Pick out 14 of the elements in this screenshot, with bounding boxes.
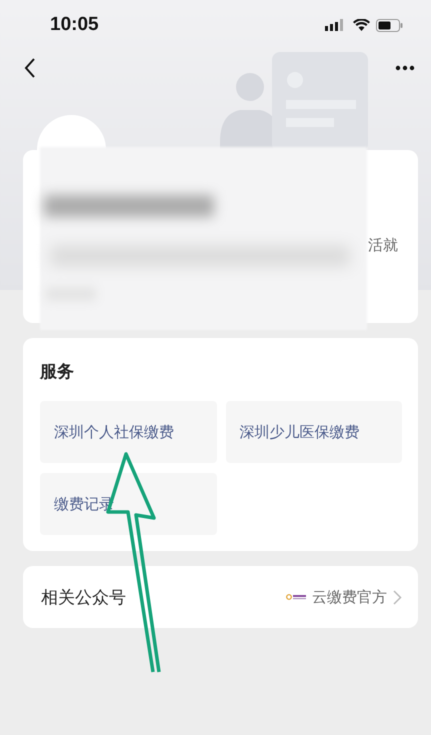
battery-icon — [376, 18, 403, 32]
logo-icon — [286, 594, 306, 600]
related-account-row[interactable]: 相关公众号 云缴费官方 — [23, 566, 418, 628]
service-tile[interactable]: 深圳少儿医保缴费 — [226, 401, 402, 463]
wifi-icon — [353, 19, 370, 31]
back-icon[interactable] — [24, 58, 36, 78]
service-tile[interactable]: 深圳个人社保缴费 — [40, 401, 216, 463]
chevron-icon — [393, 590, 402, 604]
account-name: 云缴费官方 — [312, 588, 387, 606]
more-icon[interactable] — [395, 65, 415, 71]
description-text: 活就 — [368, 236, 398, 255]
row-label: 相关公众号 — [41, 586, 126, 608]
status-time: 10:05 — [50, 14, 99, 36]
section-title: 服务 — [40, 361, 75, 383]
